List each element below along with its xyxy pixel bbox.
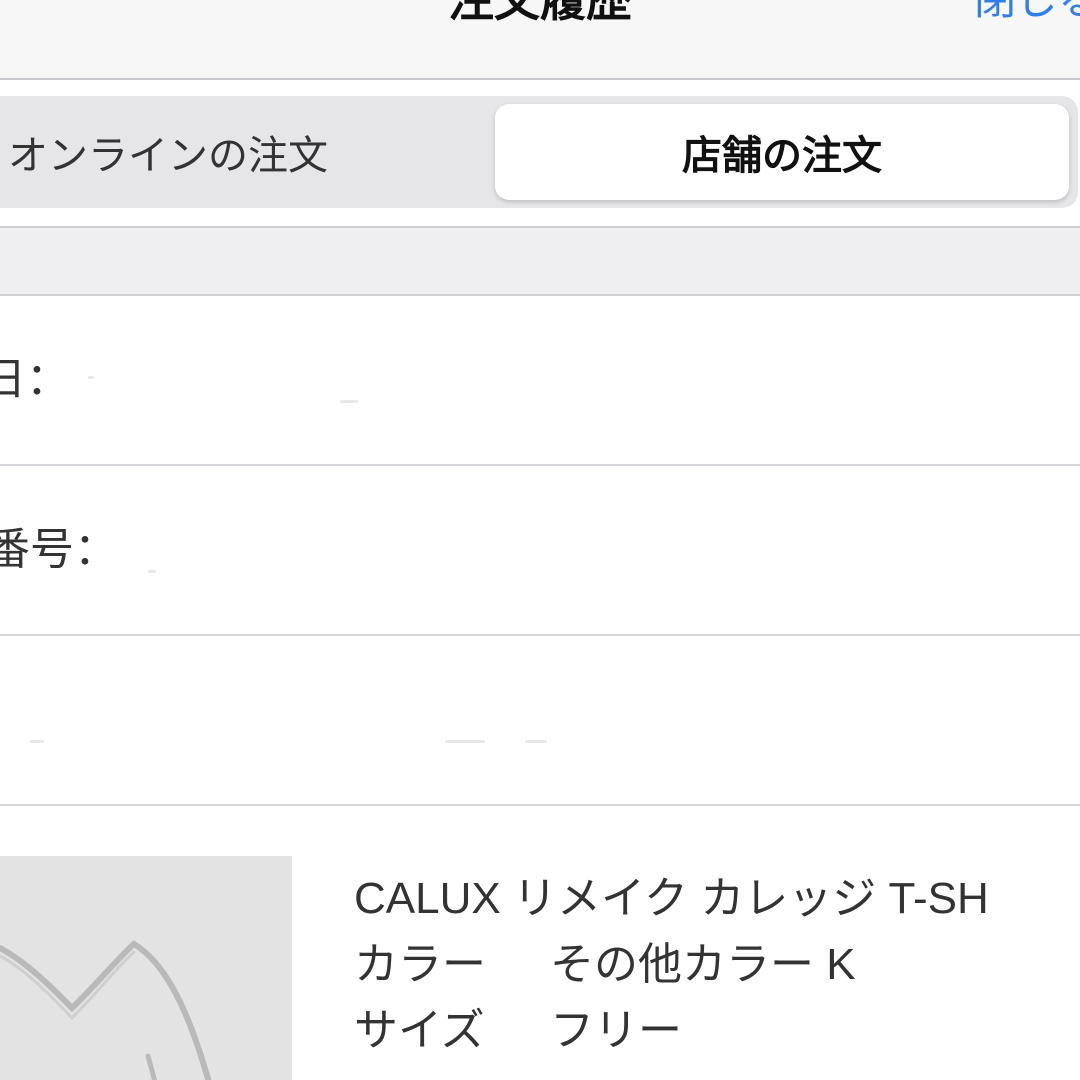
size-label: サイズ <box>354 1006 485 1055</box>
order-date-label: 日： <box>0 354 70 405</box>
color-value: その他カラー K <box>550 940 856 989</box>
product-details: CALUX リメイク カレッジ T-SH カラー その他カラー K サイズ フリー <box>354 866 1080 1064</box>
order-history-screen: 注文履歴 閉じる オンラインの注文 店舗の注文 日： 番号： <box>0 0 1080 1080</box>
tab-store-orders[interactable]: 店舗の注文 <box>495 104 1069 200</box>
tab-online-orders-label: オンラインの注文 <box>8 133 328 179</box>
tab-online-orders[interactable]: オンラインの注文 <box>0 96 488 208</box>
redacted-value <box>30 740 44 743</box>
redacted-value <box>445 740 485 743</box>
tab-store-orders-label: 店舗の注文 <box>682 133 882 179</box>
redacted-value <box>340 400 358 403</box>
product-color: カラー その他カラー K <box>354 932 1080 998</box>
redacted-value <box>88 376 94 379</box>
store-info-row <box>0 636 1080 806</box>
product-image <box>0 856 292 1080</box>
close-button[interactable]: 閉じる <box>974 0 1080 30</box>
order-number-row: 番号： <box>0 466 1080 636</box>
tshirt-icon <box>0 940 212 1080</box>
segmented-control: オンラインの注文 店舗の注文 <box>0 96 1078 208</box>
product-item[interactable]: CALUX リメイク カレッジ T-SH カラー その他カラー K サイズ フリー <box>0 806 1080 1080</box>
product-name: CALUX リメイク カレッジ T-SH <box>354 874 989 923</box>
color-label: カラー <box>354 940 486 989</box>
order-number-label: 番号： <box>0 524 118 575</box>
section-separator <box>0 228 1080 296</box>
redacted-value <box>148 570 156 573</box>
navigation-bar: 注文履歴 閉じる <box>0 0 1080 80</box>
product-size: サイズ フリー <box>354 998 1080 1064</box>
segment-bar: オンラインの注文 店舗の注文 <box>0 80 1080 228</box>
redacted-value <box>525 740 547 743</box>
order-date-row: 日： <box>0 296 1080 466</box>
size-value: フリー <box>550 1006 682 1055</box>
page-title: 注文履歴 <box>448 0 632 27</box>
